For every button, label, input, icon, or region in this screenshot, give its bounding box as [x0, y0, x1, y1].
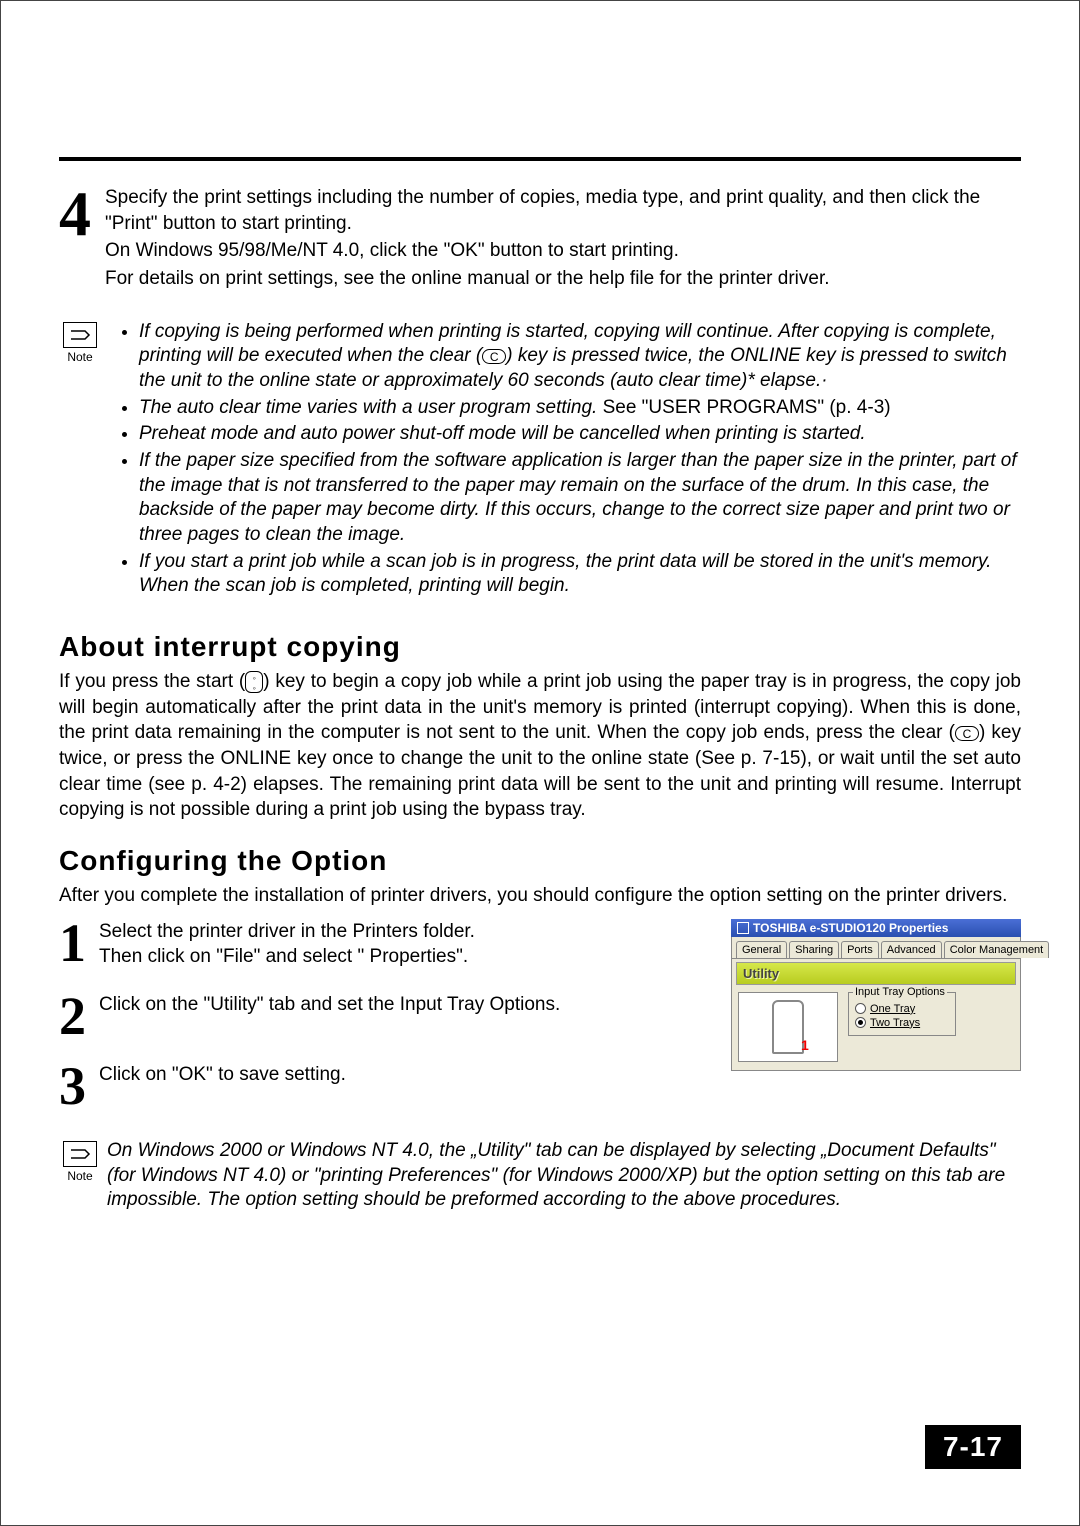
step-4-sub1: On Windows 95/98/Me/NT 4.0, click the "O…	[105, 238, 1021, 264]
step-4: 4 Specify the print settings including t…	[59, 185, 1021, 292]
note-icon-col: Note	[59, 320, 101, 364]
dialog-body: General Sharing Ports Advanced Color Man…	[731, 937, 1021, 1071]
note1-bullet-3: Preheat mode and auto power shut-off mod…	[139, 422, 1021, 447]
note-icon-col-2: Note	[59, 1139, 101, 1183]
utility-tab-active[interactable]: Utility	[736, 962, 1016, 985]
heading-interrupt-copying: About interrupt copying	[59, 631, 1021, 663]
step-4-number: 4	[59, 185, 99, 243]
config-step-2: 2 Click on the "Utility" tab and set the…	[59, 992, 721, 1041]
config-row: 1 Select the printer driver in the Print…	[59, 919, 1021, 1133]
config-step-1-num: 1	[59, 919, 93, 968]
step-4-main: Specify the print settings including the…	[105, 185, 1021, 236]
config-intro: After you complete the installation of p…	[59, 883, 1021, 909]
note-block-2: Note On Windows 2000 or Windows NT 4.0, …	[59, 1139, 1021, 1213]
tab-sharing[interactable]: Sharing	[789, 941, 839, 958]
note1-bullet-2: The auto clear time varies with a user p…	[139, 396, 1021, 421]
note-label: Note	[59, 350, 101, 364]
config-step-3-body: Click on "OK" to save setting.	[99, 1062, 721, 1088]
dialog-title: TOSHIBA e-STUDIO120 Properties	[753, 921, 948, 935]
page-number: 7-17	[925, 1425, 1021, 1469]
clear-key-icon-2: C	[955, 726, 979, 741]
note-icon	[63, 322, 97, 348]
step-4-body: Specify the print settings including the…	[105, 185, 1021, 292]
note-icon-2	[63, 1141, 97, 1167]
config-steps: 1 Select the printer driver in the Print…	[59, 919, 721, 1133]
config-step-3-num: 3	[59, 1062, 93, 1111]
config-step-2-body: Click on the "Utility" tab and set the I…	[99, 992, 721, 1018]
header-blank	[59, 57, 1021, 157]
input-tray-options-group: Input Tray Options One Tray Two Trays	[848, 992, 956, 1036]
interrupt-paragraph: If you press the start (◦◦) key to begin…	[59, 669, 1021, 823]
group-label: Input Tray Options	[853, 986, 947, 998]
note1-bullet-1: If copying is being performed when print…	[139, 320, 1021, 394]
dialog-titlebar: TOSHIBA e-STUDIO120 Properties	[731, 919, 1021, 937]
radio-icon-selected	[855, 1017, 866, 1028]
document-page: 4 Specify the print settings including t…	[0, 0, 1080, 1526]
note-2-body: On Windows 2000 or Windows NT 4.0, the „…	[107, 1139, 1021, 1213]
radio-one-tray[interactable]: One Tray	[855, 1003, 949, 1015]
tab-ports[interactable]: Ports	[841, 941, 879, 958]
dialog-content: 1 Input Tray Options One Tray Two Trays	[732, 988, 1020, 1062]
note-1-body: If copying is being performed when print…	[107, 320, 1021, 602]
config-step-3: 3 Click on "OK" to save setting.	[59, 1062, 721, 1111]
config-step-1: 1 Select the printer driver in the Print…	[59, 919, 721, 970]
tray-preview: 1	[738, 992, 838, 1062]
start-key-icon: ◦◦	[245, 671, 263, 693]
tab-color-management[interactable]: Color Management	[944, 941, 1050, 958]
printer-outline-icon	[772, 1000, 804, 1054]
radio-two-trays[interactable]: Two Trays	[855, 1017, 949, 1029]
config-step-2-num: 2	[59, 992, 93, 1041]
note-block-1: Note If copying is being performed when …	[59, 320, 1021, 602]
tab-advanced[interactable]: Advanced	[881, 941, 942, 958]
annotation-1: 1	[801, 1037, 809, 1053]
note1-bullet-4: If the paper size specified from the sof…	[139, 449, 1021, 548]
header-rule	[59, 157, 1021, 161]
note-label-2: Note	[59, 1169, 101, 1183]
radio-icon	[855, 1003, 866, 1014]
heading-configuring-option: Configuring the Option	[59, 845, 1021, 877]
tab-general[interactable]: General	[736, 941, 787, 958]
clear-key-icon: C	[482, 349, 506, 364]
dialog-sys-icon	[737, 922, 749, 934]
config-step-1-body: Select the printer driver in the Printer…	[99, 919, 721, 970]
note1-bullet-5: If you start a print job while a scan jo…	[139, 550, 1021, 599]
dialog-tabs: General Sharing Ports Advanced Color Man…	[732, 937, 1020, 959]
properties-dialog: TOSHIBA e-STUDIO120 Properties General S…	[731, 919, 1021, 1071]
step-4-sub2: For details on print settings, see the o…	[105, 266, 1021, 292]
